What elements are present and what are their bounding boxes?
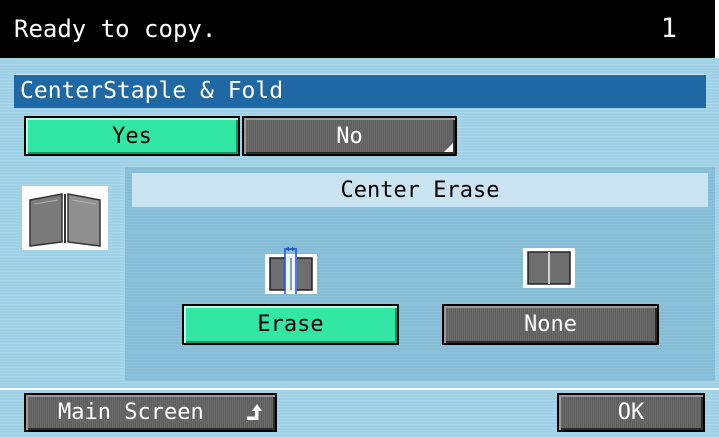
center-erase-page-icon [265,246,317,294]
erase-button-label: Erase [257,312,324,337]
ok-button-label: OK [617,400,645,425]
main-screen-label: Main Screen [58,400,204,425]
copier-screen: Ready to copy. 1 CenterStaple & Fold Yes… [0,0,719,437]
erase-button[interactable]: Erase [182,304,399,345]
center-erase-title: Center Erase [340,177,500,203]
none-button[interactable]: None [442,304,659,345]
return-arrow-icon [247,404,262,420]
no-erase-page-icon [523,248,575,288]
no-button-label: No [336,123,363,149]
submenu-corner-icon [444,143,453,152]
no-button[interactable]: No [242,116,457,156]
section-title-bar: CenterStaple & Fold [14,74,706,108]
footer-divider [0,388,719,390]
open-book-icon [22,186,108,250]
status-bar: Ready to copy. 1 [0,0,719,58]
copy-count: 1 [660,13,677,44]
none-button-label: None [524,312,577,337]
main-screen-button[interactable]: Main Screen [24,393,277,432]
ok-button[interactable]: OK [557,393,705,432]
yes-button-label: Yes [112,123,152,149]
section-title: CenterStaple & Fold [20,78,284,104]
status-message: Ready to copy. [14,15,217,43]
center-erase-panel: Center Erase Erase None [125,167,715,381]
yes-button[interactable]: Yes [24,116,240,156]
center-erase-header: Center Erase [132,173,708,207]
status-bar-edge [715,0,719,58]
